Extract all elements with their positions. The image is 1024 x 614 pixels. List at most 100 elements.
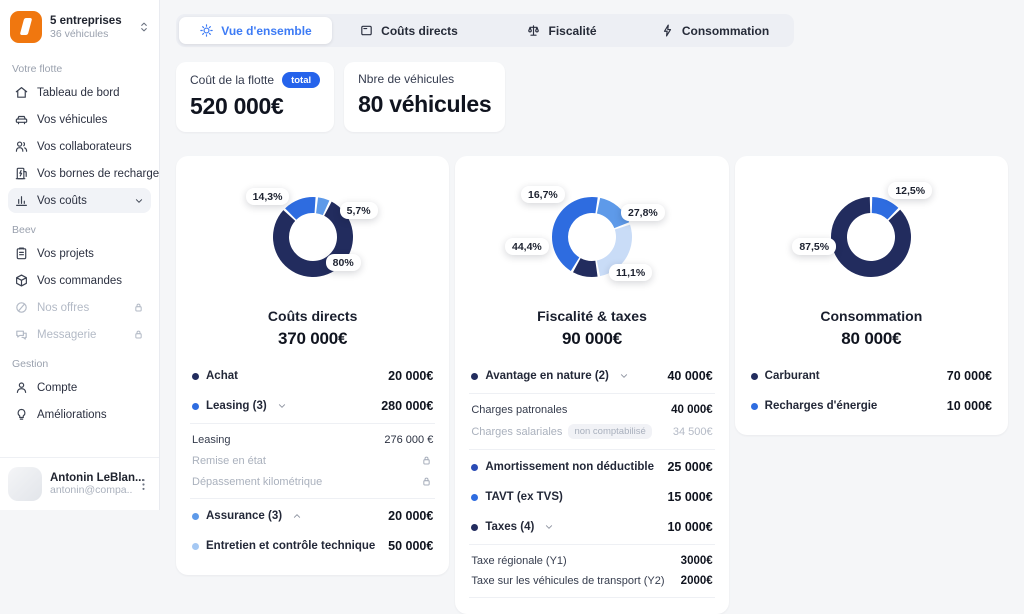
main-content: Vue d'ensemble Coûts directs Fiscalité Cons… xyxy=(160,0,1024,614)
cost-row-value: 70 000€ xyxy=(946,369,992,383)
sidebar-item-label: Tableau de bord xyxy=(37,86,120,99)
expand-toggle[interactable] xyxy=(618,370,630,382)
kebab-menu-icon[interactable] xyxy=(136,477,151,492)
sidebar-item-vos-projets[interactable]: Vos projets xyxy=(8,241,151,266)
cost-row-value: 25 000€ xyxy=(667,460,713,474)
org-vehicle-count: 36 véhicules xyxy=(50,27,109,40)
legend-bullet xyxy=(192,402,199,410)
expand-toggle[interactable] xyxy=(291,510,303,522)
sidebar-item-nos-offres[interactable]: Nos offres xyxy=(8,295,151,320)
user-email: antonin@compa.. xyxy=(50,484,133,496)
tab-bar: Vue d'ensemble Coûts directs Fiscalité Cons… xyxy=(176,14,794,47)
org-switcher[interactable]: 5 entreprises 36 véhicules xyxy=(0,0,159,52)
legend-bullet xyxy=(192,372,199,380)
section-label-beev: Beev xyxy=(12,224,36,236)
cost-row-label: Leasing (3) xyxy=(206,400,267,412)
tab-fiscalite[interactable]: Fiscalité xyxy=(485,17,638,44)
sub-row-taxe-sur-les-vehicules-de-transport-y2: Taxe sur les véhicules de transport (Y2)… xyxy=(471,571,712,591)
sub-row-remise-en-etat: Remise en état xyxy=(192,450,433,471)
sidebar-item-label: Nos offres xyxy=(37,301,90,314)
tab-label: Fiscalité xyxy=(548,23,597,38)
projects-icon xyxy=(14,246,29,261)
kpi-fleet-cost-value: 520 000€ xyxy=(190,93,284,119)
cost-row-achat: Achat 20 000€ xyxy=(190,361,435,391)
account-icon xyxy=(14,380,29,395)
cost-row-value: 10 000€ xyxy=(667,520,713,534)
users-icon xyxy=(14,139,29,154)
cost-row-entretien-et-controle-technique: Entretien et contrôle technique 50 000€ xyxy=(190,531,435,561)
tab-label: Coûts directs xyxy=(381,23,458,38)
legend-bullet xyxy=(192,542,199,550)
donut-slice-label: 12,5% xyxy=(888,182,933,199)
sidebar-item-messagerie[interactable]: Messagerie xyxy=(8,322,151,347)
card-icon xyxy=(359,23,374,38)
cost-row-label: TAVT (ex TVS) xyxy=(485,491,563,503)
sidebar-nav: Votre flotte Tableau de bord Vos véhicules… xyxy=(0,52,159,457)
sidebar-item-vos-couts[interactable]: Vos coûts xyxy=(8,188,151,213)
sub-rows-group: Taxe régionale (Y1) 3000€ Taxe sur les véh… xyxy=(469,544,715,598)
sidebar-item-ameliorations[interactable]: Améliorations xyxy=(8,402,151,427)
org-name: 5 entreprises xyxy=(50,14,122,27)
cost-row-value: 15 000€ xyxy=(667,490,713,504)
legend-bullet xyxy=(750,372,758,380)
improvements-icon xyxy=(14,407,29,422)
tab-consommation[interactable]: Consommation xyxy=(638,17,791,44)
not-accounted-badge: non comptabilisé xyxy=(568,424,652,439)
expand-toggle[interactable] xyxy=(543,521,555,533)
sub-row-charges-patronales: Charges patronales 40 000€ xyxy=(471,400,712,420)
offers-icon xyxy=(14,300,29,315)
sidebar-item-label: Messagerie xyxy=(37,328,97,341)
sidebar: 5 entreprises 36 véhicules Votre flotte T… xyxy=(0,0,160,510)
tab-couts-directs[interactable]: Coûts directs xyxy=(332,17,485,44)
sidebar-item-compte[interactable]: Compte xyxy=(8,375,151,400)
sidebar-item-vos-collaborateurs[interactable]: Vos collaborateurs xyxy=(8,134,151,159)
sidebar-item-tableau-de-bord[interactable]: Tableau de bord xyxy=(8,80,151,105)
cost-row-label: Entretien et contrôle technique xyxy=(206,540,376,552)
expand-toggle[interactable] xyxy=(276,400,288,412)
sidebar-item-label: Améliorations xyxy=(37,408,107,421)
donut-slice-label: 87,5% xyxy=(792,238,837,255)
tab-vue-d-ensemble[interactable]: Vue d'ensemble xyxy=(179,17,332,44)
sub-row-label: Taxe sur les véhicules de transport (Y2) xyxy=(471,575,665,587)
sidebar-item-vos-bornes-de-recharge[interactable]: Vos bornes de recharge xyxy=(8,161,159,186)
donut-slice-label: 80% xyxy=(325,254,361,271)
donut-slice-label: 11,1% xyxy=(608,264,653,281)
sub-row-label: Taxe régionale (Y1) xyxy=(471,555,567,567)
card-total: 90 000€ xyxy=(561,329,623,348)
orders-icon xyxy=(14,273,29,288)
cost-row-label: Recharges d'énergie xyxy=(764,400,878,412)
sidebar-item-label: Vos coûts xyxy=(37,194,87,207)
legend-bullet xyxy=(471,493,479,501)
chart-cards-row: 14,3% 5,7% 80% Coûts directs 370 000€ Achat 20… xyxy=(176,156,1008,614)
sidebar-item-vos-commandes[interactable]: Vos commandes xyxy=(8,268,151,293)
card-total: 80 000€ xyxy=(841,329,902,348)
total-badge: total xyxy=(282,72,321,88)
sub-row-label: Charges patronales xyxy=(471,404,568,416)
costs-icon xyxy=(14,193,29,208)
selector-icon[interactable] xyxy=(137,20,151,34)
home-icon xyxy=(14,85,29,100)
sidebar-item-vos-vehicules[interactable]: Vos véhicules xyxy=(8,107,151,132)
charger-icon xyxy=(14,166,29,181)
kpi-row: Coût de la flotte total 520 000€ Nbre de… xyxy=(176,62,1008,132)
card-consommation: 12,5% 87,5% Consommation 80 000€ Carburant 70… xyxy=(734,156,1008,435)
cost-row-label: Amortissement non déductible xyxy=(485,461,655,473)
sub-row-value: 2000€ xyxy=(680,575,713,587)
cost-row-value: 10 000€ xyxy=(946,399,992,413)
avatar xyxy=(8,467,42,501)
sub-row-depassement-kilometrique: Dépassement kilométrique xyxy=(192,471,433,492)
sidebar-item-label: Vos véhicules xyxy=(37,113,108,126)
section-label-votre-flotte: Votre flotte xyxy=(12,63,63,75)
legend-bullet xyxy=(471,463,479,471)
card-title: Consommation xyxy=(820,308,923,324)
sun-icon xyxy=(199,23,214,38)
cost-row-value: 20 000€ xyxy=(388,509,434,523)
donut-chart: 16,7% 27,8% 11,1% 44,4% xyxy=(504,178,677,296)
lock-icon xyxy=(132,328,145,341)
user-card[interactable]: Antonin LeBlan... antonin@compa.. xyxy=(0,457,159,510)
cost-row-leasing-3: Leasing (3) 280 000€ xyxy=(190,391,435,421)
card-title: Fiscalité & taxes xyxy=(537,308,647,324)
sub-row-value: 40 000€ xyxy=(671,404,713,416)
cost-row-label: Carburant xyxy=(764,370,820,382)
sub-row-leasing: Leasing 276 000 € xyxy=(192,430,433,450)
